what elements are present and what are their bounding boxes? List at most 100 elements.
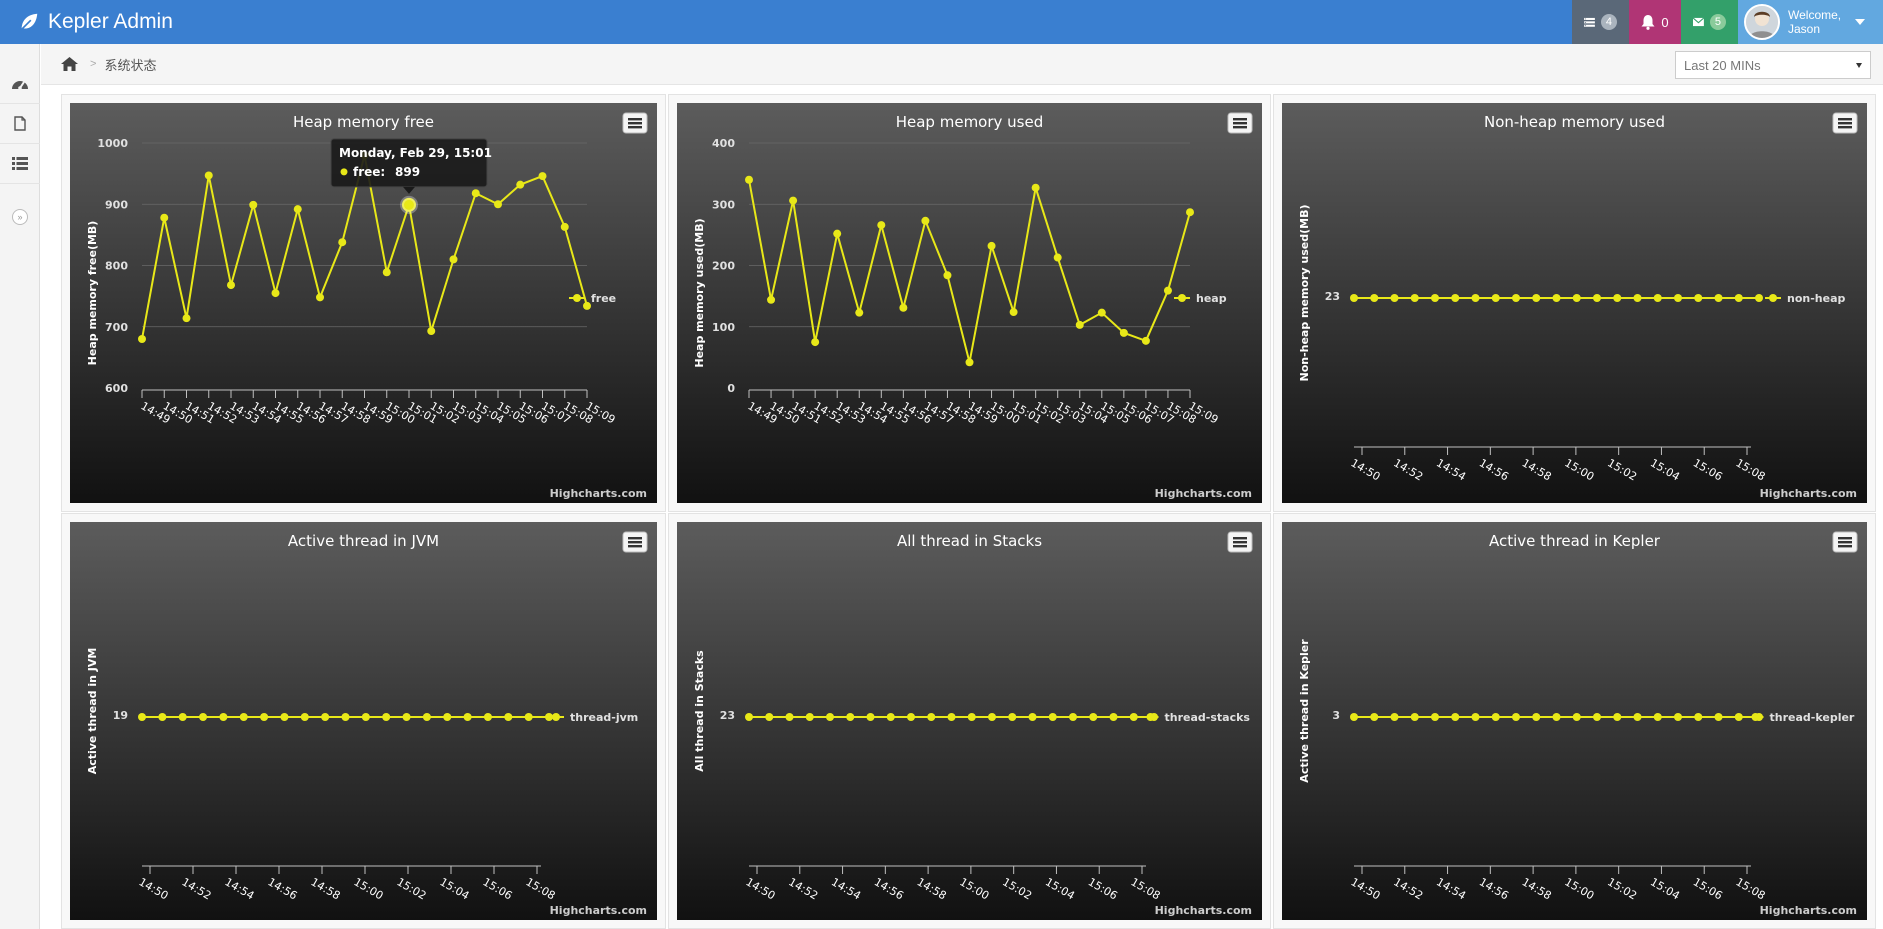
data-point[interactable] [1119, 328, 1128, 337]
data-point[interactable] [1755, 294, 1763, 302]
data-point[interactable] [745, 713, 753, 721]
data-point[interactable] [1097, 308, 1106, 317]
data-point[interactable] [921, 216, 930, 225]
data-point[interactable] [1552, 713, 1561, 721]
sidebar-collapse-toggle[interactable]: » [0, 204, 40, 230]
data-point[interactable] [1572, 713, 1581, 721]
chart-menu-icon[interactable] [1832, 112, 1858, 134]
data-point[interactable] [1451, 294, 1460, 302]
data-point[interactable] [1674, 713, 1682, 721]
data-point[interactable] [1512, 294, 1520, 302]
sidebar-item-dashboard[interactable] [0, 64, 40, 104]
data-point[interactable] [826, 713, 834, 721]
data-point[interactable] [886, 713, 895, 721]
data-point[interactable] [765, 713, 774, 721]
data-point[interactable] [855, 308, 864, 317]
data-point[interactable] [789, 196, 798, 205]
data-point[interactable] [427, 327, 436, 336]
data-point[interactable] [1009, 308, 1018, 317]
messages-button[interactable]: 5 [1681, 0, 1738, 44]
data-point[interactable] [1109, 713, 1118, 721]
data-point[interactable] [524, 713, 533, 721]
data-point[interactable] [846, 713, 855, 721]
data-point[interactable] [1141, 336, 1150, 345]
data-point[interactable] [1028, 713, 1037, 721]
data-point[interactable] [1633, 713, 1642, 721]
data-point[interactable] [805, 713, 814, 721]
data-point[interactable] [449, 255, 458, 264]
data-point[interactable] [321, 713, 330, 721]
data-point[interactable] [280, 713, 289, 721]
data-point[interactable] [1532, 713, 1541, 721]
data-point[interactable] [1552, 294, 1561, 302]
data-point[interactable] [271, 289, 280, 298]
data-point[interactable] [1694, 294, 1703, 302]
data-point[interactable] [1491, 713, 1500, 721]
data-point[interactable] [204, 171, 213, 180]
time-range-select[interactable]: Last 20 MINs [1675, 51, 1871, 79]
data-point[interactable] [182, 314, 191, 323]
data-point[interactable] [1350, 294, 1358, 302]
data-point[interactable] [1390, 294, 1399, 302]
data-point[interactable] [1053, 253, 1062, 262]
chart-menu-icon[interactable] [622, 531, 648, 553]
data-point[interactable] [219, 713, 228, 721]
data-point[interactable] [767, 295, 776, 304]
data-point[interactable] [1129, 713, 1138, 721]
data-point[interactable] [943, 271, 952, 280]
data-point[interactable] [1390, 713, 1399, 721]
data-point[interactable] [293, 205, 302, 214]
data-point[interactable] [1471, 294, 1480, 302]
data-point[interactable] [1512, 713, 1520, 721]
data-point[interactable] [249, 200, 258, 209]
data-point[interactable] [300, 713, 309, 721]
data-point[interactable] [1186, 208, 1194, 217]
data-point[interactable] [1532, 294, 1541, 302]
data-point[interactable] [138, 335, 146, 343]
data-point[interactable] [1471, 713, 1480, 721]
data-point[interactable] [1410, 713, 1419, 721]
data-point[interactable] [382, 713, 391, 721]
data-point[interactable] [1694, 713, 1703, 721]
data-point[interactable] [877, 221, 886, 230]
data-point[interactable] [1048, 713, 1057, 721]
data-point[interactable] [1008, 713, 1017, 721]
data-point[interactable] [341, 713, 350, 721]
data-point[interactable] [443, 713, 452, 721]
data-point[interactable] [227, 281, 235, 290]
data-point[interactable] [1370, 713, 1379, 721]
data-point[interactable] [1431, 294, 1439, 302]
data-point[interactable] [560, 222, 569, 231]
data-point[interactable] [471, 189, 480, 198]
data-point[interactable] [1089, 713, 1098, 721]
data-point[interactable] [1653, 294, 1662, 302]
data-point[interactable] [1370, 294, 1379, 302]
data-point[interactable] [494, 200, 502, 209]
data-point[interactable] [382, 268, 391, 277]
data-point[interactable] [316, 293, 324, 302]
chart-menu-icon[interactable] [622, 112, 648, 134]
home-icon[interactable] [61, 57, 78, 71]
data-point[interactable] [516, 180, 525, 189]
data-point[interactable] [1613, 294, 1622, 302]
data-point[interactable] [1593, 713, 1601, 721]
chart-menu-icon[interactable] [1832, 531, 1858, 553]
data-point[interactable] [422, 713, 431, 721]
data-point[interactable] [811, 338, 820, 347]
data-point[interactable] [947, 713, 956, 721]
data-point[interactable] [538, 172, 547, 181]
chart-menu-icon[interactable] [1227, 112, 1253, 134]
data-point[interactable] [239, 713, 248, 721]
data-point[interactable] [1410, 294, 1419, 302]
data-point[interactable] [260, 713, 269, 721]
data-point[interactable] [1431, 713, 1439, 721]
data-point[interactable] [504, 713, 513, 721]
data-point[interactable] [1350, 713, 1358, 721]
data-point[interactable] [833, 229, 842, 238]
data-point[interactable] [1150, 713, 1158, 721]
data-point[interactable] [1674, 294, 1682, 302]
user-menu[interactable]: Welcome, Jason [1738, 0, 1883, 44]
hovered-point[interactable] [400, 195, 418, 214]
data-point[interactable] [785, 713, 794, 721]
data-point[interactable] [1069, 713, 1077, 721]
